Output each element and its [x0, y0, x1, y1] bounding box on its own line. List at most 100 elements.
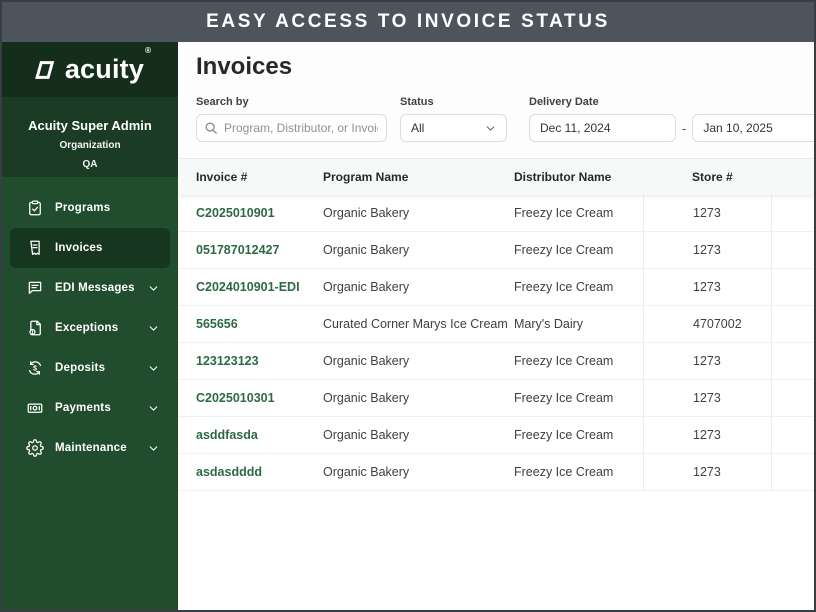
account-org-label: Organization	[59, 140, 121, 151]
sidebar-item-label: Programs	[55, 202, 111, 214]
banner-title: EASY ACCESS TO INVOICE STATUS	[206, 11, 610, 32]
main-content: Invoices Search by Status All	[178, 42, 814, 610]
invoice-receipt-icon	[26, 239, 44, 257]
distributor-name-cell: Freezy Ice Cream	[514, 280, 614, 294]
column-header-distributor: Distributor Name	[514, 170, 612, 184]
sidebar-item-deposits[interactable]: $ Deposits	[10, 348, 170, 388]
invoice-link[interactable]: asddfasda	[196, 417, 323, 453]
row-tail-cell	[772, 417, 814, 453]
store-number-cell: 1273	[643, 195, 772, 231]
sidebar-item-payments[interactable]: Payments	[10, 388, 170, 428]
program-name-cell: Organic Bakery	[323, 280, 410, 294]
table-row: C2025010301 Organic Bakery Freezy Ice Crea…	[178, 380, 814, 417]
program-name-cell: Organic Bakery	[323, 206, 410, 220]
distributor-name-cell: Freezy Ice Cream	[514, 206, 614, 220]
account-panel: Acuity Super Admin Organization QA	[2, 97, 178, 177]
table-row: 051787012427 Organic Bakery Freezy Ice Cre…	[178, 232, 814, 269]
sidebar-item-label: Deposits	[55, 362, 106, 374]
chevron-down-icon[interactable]	[147, 282, 160, 295]
app-window: EASY ACCESS TO INVOICE STATUS acuity® Ac…	[0, 0, 816, 612]
distributor-name-cell: Freezy Ice Cream	[514, 243, 614, 257]
sidebar-item-label: Maintenance	[55, 442, 127, 454]
banknote-icon	[26, 399, 44, 417]
chevron-down-icon[interactable]	[147, 322, 160, 335]
program-name-cell: Organic Bakery	[323, 465, 410, 479]
distributor-name-cell: Freezy Ice Cream	[514, 465, 614, 479]
deposit-cycle-icon: $	[26, 359, 44, 377]
row-tail-cell	[772, 269, 814, 305]
distributor-name-cell: Freezy Ice Cream	[514, 354, 614, 368]
sidebar-item-invoices[interactable]: Invoices	[10, 228, 170, 268]
store-number-cell: 1273	[643, 232, 772, 268]
document-alert-icon	[26, 319, 44, 337]
date-from-input[interactable]	[529, 114, 676, 142]
status-select[interactable]: All	[400, 114, 507, 142]
chevron-down-icon[interactable]	[147, 362, 160, 375]
chevron-down-icon[interactable]	[147, 402, 160, 415]
program-name-cell: Organic Bakery	[323, 428, 410, 442]
svg-text:$: $	[33, 364, 37, 372]
row-tail-cell	[772, 306, 814, 342]
table-row: C2025010901 Organic Bakery Freezy Ice Crea…	[178, 195, 814, 232]
invoice-link[interactable]: C2025010901	[196, 195, 323, 231]
date-to-input[interactable]	[692, 114, 814, 142]
status-label: Status	[400, 96, 434, 108]
search-input[interactable]	[196, 114, 387, 142]
sidebar-item-label: EDI Messages	[55, 282, 135, 294]
account-name: Acuity Super Admin	[28, 118, 152, 133]
sidebar-item-edi-messages[interactable]: EDI Messages	[10, 268, 170, 308]
distributor-name-cell: Mary's Dairy	[514, 317, 584, 331]
brand-logo[interactable]: acuity®	[2, 42, 178, 97]
store-number-cell: 1273	[643, 380, 772, 416]
invoice-link[interactable]: C2025010301	[196, 380, 323, 416]
distributor-name-cell: Freezy Ice Cream	[514, 391, 614, 405]
chevron-down-icon[interactable]	[147, 442, 160, 455]
table-body: C2025010901 Organic Bakery Freezy Ice Crea…	[178, 195, 814, 491]
promo-banner: EASY ACCESS TO INVOICE STATUS	[2, 2, 814, 42]
table-row: 565656 Curated Corner Marys Ice Cream Mary…	[178, 306, 814, 343]
status-group: Status All	[400, 96, 507, 142]
table-row: asddfasda Organic Bakery Freezy Ice Cream 1…	[178, 417, 814, 454]
row-tail-cell	[772, 380, 814, 416]
sidebar-item-label: Invoices	[55, 242, 103, 254]
invoice-link[interactable]: 051787012427	[196, 232, 323, 268]
invoice-link[interactable]: 565656	[196, 306, 323, 342]
invoice-link[interactable]: asdasdddd	[196, 454, 323, 490]
column-header-program: Program Name	[323, 170, 409, 184]
row-tail-cell	[772, 454, 814, 490]
gear-icon	[26, 439, 44, 457]
store-number-cell: 1273	[643, 343, 772, 379]
table-row: C2024010901-EDI Organic Bakery Freezy Ice …	[178, 269, 814, 306]
filters-panel: Invoices Search by Status All	[178, 42, 814, 159]
invoice-link[interactable]: 123123123	[196, 343, 323, 379]
sidebar-nav: Programs Invoices EDI Messages Exception…	[2, 177, 178, 610]
sidebar-item-label: Exceptions	[55, 322, 119, 334]
store-number-cell: 1273	[643, 454, 772, 490]
table-header: Invoice # Program Name Distributor Name …	[178, 159, 814, 195]
store-number-cell: 1273	[643, 269, 772, 305]
search-group: Search by	[196, 96, 387, 142]
clipboard-check-icon	[26, 199, 44, 217]
delivery-date-group: Delivery Date -	[529, 96, 814, 142]
page-title: Invoices	[196, 53, 293, 80]
column-header-store: Store #	[692, 170, 733, 184]
sidebar: acuity® Acuity Super Admin Organization …	[2, 42, 178, 610]
row-tail-cell	[772, 343, 814, 379]
sidebar-item-maintenance[interactable]: Maintenance	[10, 428, 170, 468]
delivery-date-label: Delivery Date	[529, 96, 599, 108]
row-tail-cell	[772, 232, 814, 268]
chat-message-icon	[26, 279, 44, 297]
registered-mark: ®	[145, 46, 152, 55]
sidebar-item-programs[interactable]: Programs	[10, 188, 170, 228]
invoice-link[interactable]: C2024010901-EDI	[196, 269, 323, 305]
logo-mark-icon	[34, 60, 55, 79]
chevron-down-icon	[486, 125, 495, 131]
row-tail-cell	[772, 195, 814, 231]
program-name-cell: Organic Bakery	[323, 243, 410, 257]
table-row: 123123123 Organic Bakery Freezy Ice Cream 1…	[178, 343, 814, 380]
search-label: Search by	[196, 96, 249, 108]
sidebar-item-exceptions[interactable]: Exceptions	[10, 308, 170, 348]
account-org-value: QA	[82, 159, 98, 170]
sidebar-item-label: Payments	[55, 402, 111, 414]
distributor-name-cell: Freezy Ice Cream	[514, 428, 614, 442]
